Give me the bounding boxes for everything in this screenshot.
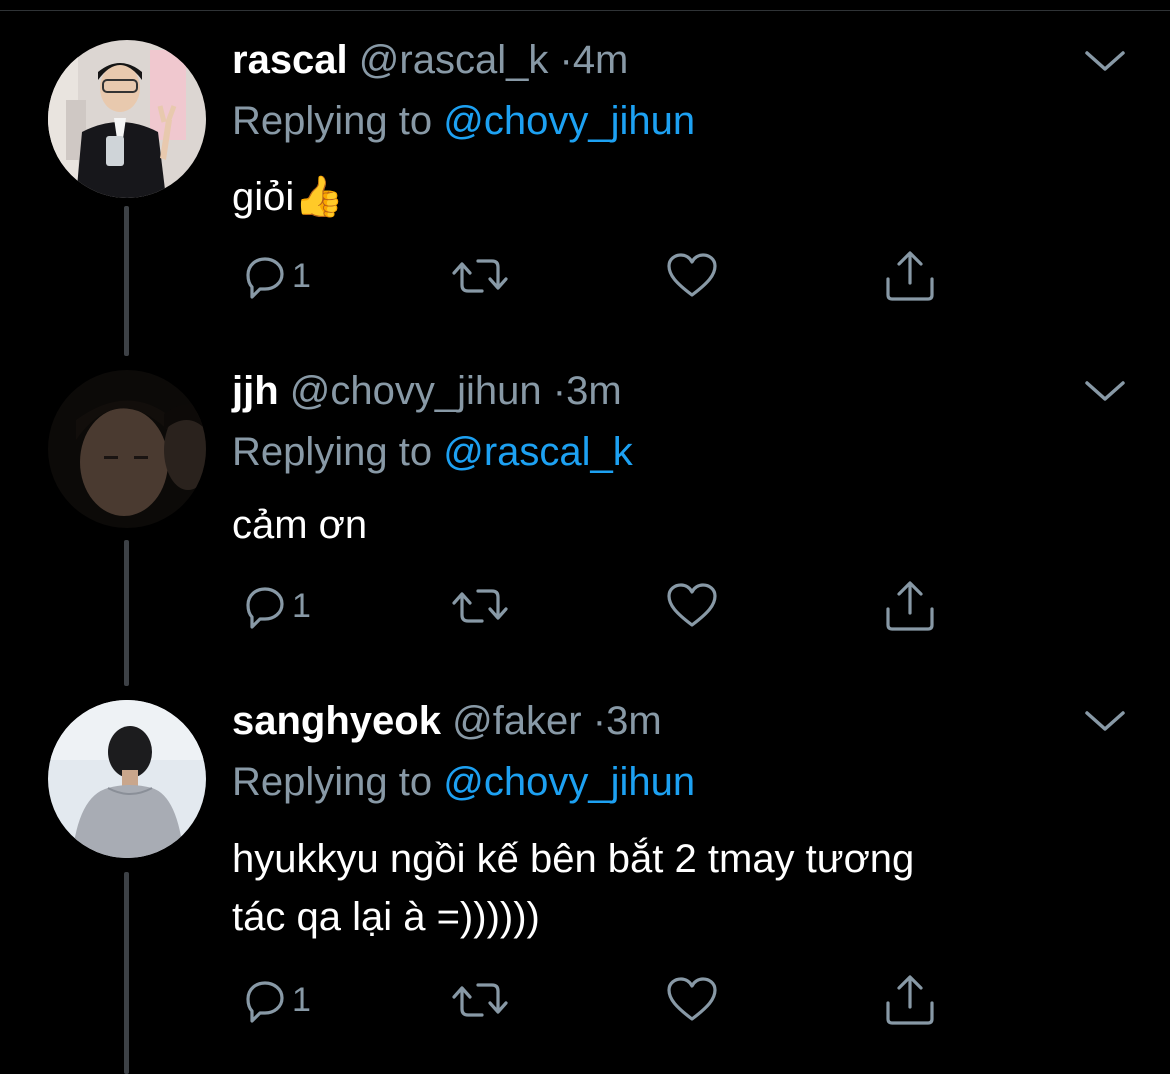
tweet-text: giỏi👍 <box>232 168 1112 226</box>
avatar[interactable] <box>48 370 206 528</box>
timestamp[interactable]: 3m <box>606 699 662 743</box>
tweet-header: jjh @chovy_jihun ·3m <box>232 367 622 415</box>
reply-count: 1 <box>292 256 311 295</box>
mention-link[interactable]: @chovy_jihun <box>443 760 695 804</box>
share-button[interactable] <box>884 248 936 304</box>
avatar[interactable] <box>48 700 206 858</box>
tweet-actions: 1 <box>232 578 952 634</box>
user-handle[interactable]: @rascal_k <box>359 38 549 82</box>
timestamp[interactable]: 3m <box>566 369 622 413</box>
display-name[interactable]: jjh <box>232 369 279 413</box>
retweet-icon <box>452 259 508 293</box>
heart-icon <box>667 977 717 1021</box>
separator-dot: · <box>559 38 573 82</box>
reply-button[interactable]: 1 <box>238 578 311 634</box>
retweet-icon <box>452 983 508 1017</box>
replying-prefix: Replying to <box>232 760 433 804</box>
chevron-down-icon[interactable] <box>1084 378 1126 404</box>
tweet-text: cảm ơn <box>232 496 1112 554</box>
tweet-text-line: cảm ơn <box>232 503 368 547</box>
share-icon <box>886 251 934 301</box>
separator-dot: · <box>592 699 607 743</box>
share-icon <box>886 581 934 631</box>
tweet-1[interactable]: rascal @rascal_k ·4m Replying to @chovy_… <box>0 0 1170 360</box>
share-button[interactable] <box>884 972 936 1028</box>
retweet-icon <box>452 589 508 623</box>
display-name[interactable]: rascal <box>232 38 348 82</box>
thread-line <box>124 872 129 1074</box>
timestamp[interactable]: 4m <box>573 38 629 82</box>
replying-prefix: Replying to <box>232 430 433 474</box>
mention-link[interactable]: @chovy_jihun <box>443 99 695 143</box>
separator-dot: · <box>552 369 567 413</box>
like-button[interactable] <box>666 972 718 1028</box>
retweet-button[interactable] <box>450 578 510 634</box>
tweet-text-line: hyukkyu ngồi kế bên bắt 2 tmay tương <box>232 837 915 881</box>
replying-prefix: Replying to <box>232 99 433 143</box>
tweet-text: hyukkyu ngồi kế bên bắt 2 tmay tương tác… <box>232 830 1112 946</box>
user-handle[interactable]: @faker <box>452 699 582 743</box>
tweet-text-line: giỏi👍 <box>232 175 345 219</box>
share-button[interactable] <box>884 578 936 634</box>
heart-icon <box>667 253 717 297</box>
display-name[interactable]: sanghyeok <box>232 699 441 743</box>
tweet-actions: 1 <box>232 972 952 1028</box>
reply-button[interactable]: 1 <box>238 248 311 304</box>
heart-icon <box>667 583 717 627</box>
reply-icon <box>246 587 284 629</box>
avatar[interactable] <box>48 40 206 198</box>
like-button[interactable] <box>666 578 718 634</box>
chevron-down-icon[interactable] <box>1084 708 1126 734</box>
retweet-button[interactable] <box>450 248 510 304</box>
user-handle[interactable]: @chovy_jihun <box>290 369 542 413</box>
thread-line <box>124 540 129 686</box>
chevron-down-icon[interactable] <box>1084 48 1126 74</box>
tweet-actions: 1 <box>232 248 952 304</box>
reply-icon <box>246 981 284 1023</box>
reply-count: 1 <box>292 586 311 625</box>
reply-button[interactable]: 1 <box>238 972 311 1028</box>
tweet-header: sanghyeok @faker ·3m <box>232 697 662 745</box>
like-button[interactable] <box>666 248 718 304</box>
tweet-header: rascal @rascal_k ·4m <box>232 36 628 84</box>
reply-icon <box>246 257 284 299</box>
share-icon <box>886 975 934 1025</box>
replying-to: Replying to @rascal_k <box>232 428 633 476</box>
reply-count: 1 <box>292 980 311 1019</box>
retweet-button[interactable] <box>450 972 510 1028</box>
replying-to: Replying to @chovy_jihun <box>232 97 695 145</box>
thread-line <box>124 206 129 356</box>
replying-to: Replying to @chovy_jihun <box>232 758 695 806</box>
tweet-text-line: tác qa lại à =)))))) <box>232 895 540 939</box>
mention-link[interactable]: @rascal_k <box>443 430 633 474</box>
